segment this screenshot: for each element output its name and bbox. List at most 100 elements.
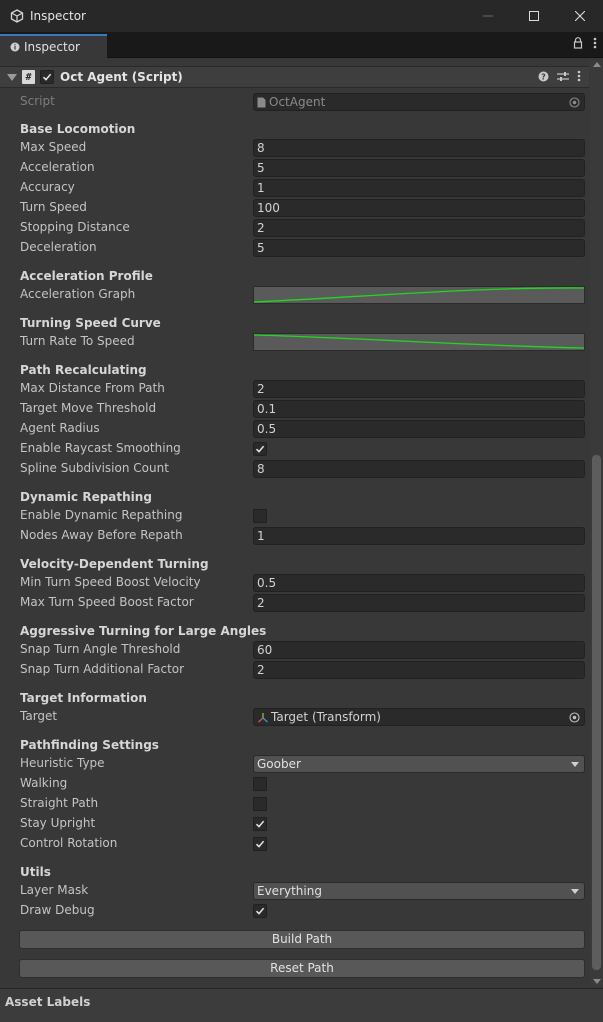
reset-path-button[interactable]: Reset Path: [19, 959, 585, 978]
stopping-distance-row: Stopping Distance 2: [20, 219, 585, 237]
target-object-field[interactable]: Target (Transform): [253, 708, 585, 726]
target-move-threshold-row: Target Move Threshold 0.1: [20, 400, 585, 418]
enable-dynamic-repathing-checkbox[interactable]: [253, 509, 267, 523]
acceleration-row: Acceleration 5: [20, 159, 585, 177]
turn-rate-to-speed-label: Turn Rate To Speed: [20, 334, 135, 348]
nodes-away-before-repath-field[interactable]: 1: [253, 527, 585, 545]
build-path-button[interactable]: Build Path: [19, 930, 585, 949]
tab-inspector[interactable]: Inspector: [0, 34, 107, 58]
presets-icon[interactable]: [557, 71, 569, 82]
layer-mask-label: Layer Mask: [20, 883, 89, 897]
draw-debug-checkbox[interactable]: [253, 904, 267, 918]
snap-turn-additional-factor-label: Snap Turn Additional Factor: [20, 662, 185, 676]
layer-mask-value: Everything: [257, 884, 322, 898]
stay-upright-label: Stay Upright: [20, 816, 96, 830]
object-picker-icon[interactable]: [569, 712, 580, 723]
agent-radius-field[interactable]: 0.5: [253, 420, 585, 438]
control-rotation-row: Control Rotation: [20, 835, 585, 853]
straight-path-row: Straight Path: [20, 795, 585, 813]
section-utils: Utils: [20, 865, 51, 879]
component-enabled-checkbox[interactable]: [40, 70, 54, 84]
snap-turn-angle-threshold-row: Snap Turn Angle Threshold 60: [20, 641, 585, 659]
max-turn-speed-boost-factor-row: Max Turn Speed Boost Factor 2: [20, 594, 585, 612]
acceleration-field[interactable]: 5: [253, 159, 585, 177]
max-turn-speed-boost-factor-field[interactable]: 2: [253, 594, 585, 612]
script-icon: #: [22, 70, 35, 84]
lock-icon[interactable]: [573, 37, 583, 49]
accuracy-row: Accuracy 1: [20, 179, 585, 197]
section-pathfinding-settings: Pathfinding Settings: [20, 738, 159, 752]
max-turn-speed-boost-factor-label: Max Turn Speed Boost Factor: [20, 595, 194, 609]
acceleration-graph-label: Acceleration Graph: [20, 287, 136, 301]
help-icon[interactable]: ?: [538, 71, 549, 82]
walking-checkbox[interactable]: [253, 777, 267, 791]
turn-rate-to-speed-curve-field[interactable]: [253, 333, 585, 351]
draw-debug-row: Draw Debug: [20, 902, 585, 920]
snap-turn-additional-factor-field[interactable]: 2: [253, 661, 585, 679]
script-field[interactable]: OctAgent: [253, 93, 585, 111]
window-title: Inspector: [30, 9, 86, 23]
object-picker-icon[interactable]: [569, 97, 580, 108]
checkmark-icon: [255, 907, 265, 915]
maximize-button[interactable]: [511, 0, 557, 32]
svg-text:?: ?: [541, 72, 546, 81]
max-speed-label: Max Speed: [20, 140, 87, 154]
checkmark-icon: [255, 445, 265, 453]
target-row: Target Target (Transform): [20, 708, 585, 726]
foldout-arrow-icon[interactable]: [7, 73, 17, 81]
nodes-away-before-repath-label: Nodes Away Before Repath: [20, 528, 183, 542]
enable-dynamic-repathing-label: Enable Dynamic Repathing: [20, 508, 183, 522]
stopping-distance-field[interactable]: 2: [253, 219, 585, 237]
snap-turn-angle-threshold-label: Snap Turn Angle Threshold: [20, 642, 181, 656]
layer-mask-dropdown[interactable]: Everything: [253, 882, 585, 900]
control-rotation-label: Control Rotation: [20, 836, 118, 850]
component-menu-icon[interactable]: [577, 70, 581, 82]
section-velocity-dependent-turning: Velocity-Dependent Turning: [20, 557, 209, 571]
straight-path-checkbox[interactable]: [253, 797, 267, 811]
snap-turn-angle-threshold-field[interactable]: 60: [253, 641, 585, 659]
heuristic-type-dropdown[interactable]: Goober: [253, 755, 585, 773]
scroll-down-arrow-icon[interactable]: [593, 979, 601, 984]
max-distance-from-path-field[interactable]: 2: [253, 380, 585, 398]
min-turn-speed-boost-velocity-field[interactable]: 0.5: [253, 574, 585, 592]
section-aggressive-turning: Aggressive Turning for Large Angles: [20, 624, 267, 638]
chevron-down-icon: [571, 889, 579, 894]
component-header[interactable]: # Oct Agent (Script) ?: [0, 66, 589, 88]
turn-speed-field[interactable]: 100: [253, 199, 585, 217]
more-options-icon[interactable]: [593, 37, 597, 49]
target-value: Target (Transform): [271, 710, 381, 724]
target-move-threshold-field[interactable]: 0.1: [253, 400, 585, 418]
spline-subdivision-count-field[interactable]: 8: [253, 460, 585, 478]
enable-raycast-smoothing-checkbox[interactable]: [253, 442, 267, 456]
control-rotation-checkbox[interactable]: [253, 837, 267, 851]
snap-turn-additional-factor-row: Snap Turn Additional Factor 2: [20, 661, 585, 679]
stay-upright-row: Stay Upright: [20, 815, 585, 833]
transform-icon: [258, 712, 268, 722]
minimize-icon: [483, 15, 493, 17]
deceleration-field[interactable]: 5: [253, 239, 585, 257]
walking-row: Walking: [20, 775, 585, 793]
accuracy-label: Accuracy: [20, 180, 75, 194]
max-distance-from-path-label: Max Distance From Path: [20, 381, 165, 395]
unity-logo-icon: [10, 9, 24, 23]
maximize-icon: [529, 11, 539, 21]
vertical-scrollbar[interactable]: [590, 60, 603, 986]
window-titlebar: Inspector: [0, 0, 603, 32]
script-asset-icon: [257, 97, 266, 107]
walking-label: Walking: [20, 776, 68, 790]
asset-labels-header[interactable]: Asset Labels: [0, 988, 603, 1022]
scroll-up-arrow-icon[interactable]: [593, 62, 601, 67]
max-distance-from-path-row: Max Distance From Path 2: [20, 380, 585, 398]
min-turn-speed-boost-velocity-row: Min Turn Speed Boost Velocity 0.5: [20, 574, 585, 592]
deceleration-label: Deceleration: [20, 240, 97, 254]
close-button[interactable]: [557, 0, 603, 32]
max-speed-field[interactable]: 8: [253, 139, 585, 157]
stay-upright-checkbox[interactable]: [253, 817, 267, 831]
minimize-button[interactable]: [465, 0, 511, 32]
scrollbar-thumb[interactable]: [592, 455, 601, 970]
acceleration-graph-curve-field[interactable]: [253, 286, 585, 304]
target-move-threshold-label: Target Move Threshold: [20, 401, 157, 415]
accuracy-field[interactable]: 1: [253, 179, 585, 197]
min-turn-speed-boost-velocity-label: Min Turn Speed Boost Velocity: [20, 575, 201, 589]
enable-dynamic-repathing-row: Enable Dynamic Repathing: [20, 507, 585, 525]
